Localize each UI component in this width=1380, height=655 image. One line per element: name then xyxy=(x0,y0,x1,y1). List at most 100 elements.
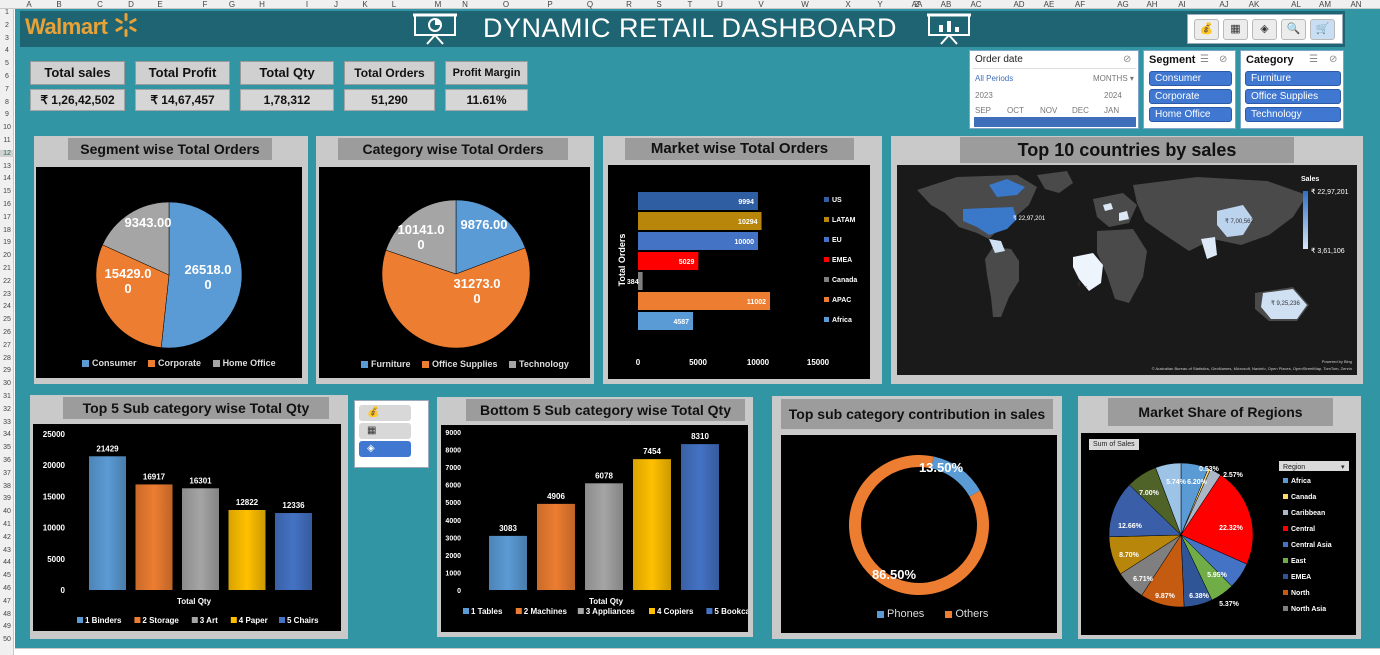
column-header[interactable]: X xyxy=(845,0,850,9)
category-technology-button[interactable]: Technology xyxy=(1245,107,1341,122)
row-header[interactable]: 1 xyxy=(0,9,14,16)
row-header[interactable]: 22 xyxy=(0,278,14,285)
column-header[interactable]: AJ xyxy=(1219,0,1228,9)
cart-icon[interactable]: 🛒 xyxy=(1310,19,1335,40)
column-header[interactable]: J xyxy=(334,0,338,9)
column-header[interactable]: AG xyxy=(1117,0,1129,9)
row-header[interactable]: 42 xyxy=(0,534,14,541)
column-header[interactable]: T xyxy=(688,0,693,9)
sum-of-sales-field-button[interactable]: Sum of Sales xyxy=(1089,439,1139,450)
column-header[interactable]: C xyxy=(97,0,103,9)
row-header[interactable]: 19 xyxy=(0,239,14,246)
column-header[interactable]: AE xyxy=(1044,0,1055,9)
bar[interactable] xyxy=(537,503,575,590)
row-header[interactable]: 18 xyxy=(0,227,14,234)
row-header[interactable]: 31 xyxy=(0,393,14,400)
column-header[interactable]: AN xyxy=(1350,0,1361,9)
chart-icon[interactable]: ▦ xyxy=(359,423,411,439)
bar[interactable] xyxy=(633,459,671,590)
clear-filter-icon[interactable]: ⊘ xyxy=(1329,54,1337,65)
category-office-supplies-button[interactable]: Office Supplies xyxy=(1245,89,1341,104)
column-header[interactable]: O xyxy=(503,0,509,9)
search-icon[interactable]: 🔍 xyxy=(1281,19,1306,40)
row-header[interactable]: 40 xyxy=(0,508,14,515)
column-header[interactable]: I xyxy=(306,0,308,9)
row-header[interactable]: 48 xyxy=(0,611,14,618)
row-header[interactable]: 28 xyxy=(0,355,14,362)
column-header[interactable]: U xyxy=(717,0,723,9)
row-header[interactable]: 15 xyxy=(0,188,14,195)
column-header[interactable]: V xyxy=(758,0,763,9)
column-header[interactable]: F xyxy=(203,0,208,9)
multi-select-icon[interactable]: ☰ xyxy=(1200,54,1209,65)
column-header[interactable]: Q xyxy=(587,0,593,9)
bar[interactable] xyxy=(228,509,266,590)
row-header[interactable]: 9 xyxy=(0,111,14,118)
column-header[interactable]: AM xyxy=(1319,0,1331,9)
box-icon[interactable]: ◈ xyxy=(359,441,411,457)
row-header[interactable]: 33 xyxy=(0,419,14,426)
row-header[interactable]: 14 xyxy=(0,175,14,182)
row-header[interactable]: 23 xyxy=(0,291,14,298)
category-furniture-button[interactable]: Furniture xyxy=(1245,71,1341,86)
column-header[interactable]: H xyxy=(259,0,265,9)
row-header[interactable]: 44 xyxy=(0,559,14,566)
column-header[interactable]: AB xyxy=(941,0,952,9)
row-header[interactable]: 36 xyxy=(0,457,14,464)
column-header[interactable]: G xyxy=(229,0,235,9)
bar[interactable] xyxy=(585,483,623,590)
order-date-timeline[interactable]: Order date ⊘ All Periods MONTHS ▾ 2023 2… xyxy=(969,50,1139,129)
column-header[interactable]: D xyxy=(128,0,134,9)
clear-filter-icon[interactable]: ⊘ xyxy=(1219,54,1227,65)
column-header[interactable]: Y xyxy=(877,0,882,9)
chart-icon[interactable]: ▦ xyxy=(1223,19,1248,40)
column-header[interactable]: P xyxy=(547,0,552,9)
column-header[interactable]: AA xyxy=(912,0,923,9)
row-header[interactable]: 45 xyxy=(0,572,14,579)
column-header[interactable]: AD xyxy=(1013,0,1024,9)
bar[interactable] xyxy=(681,444,719,590)
row-header[interactable]: 37 xyxy=(0,470,14,477)
row-header[interactable]: 25 xyxy=(0,316,14,323)
row-header[interactable]: 12 xyxy=(0,149,14,157)
timeline-selection-bar[interactable] xyxy=(974,117,1136,127)
row-header[interactable]: 3 xyxy=(0,35,14,42)
column-header[interactable]: K xyxy=(362,0,367,9)
timeline-unit-dropdown[interactable]: MONTHS ▾ xyxy=(1093,74,1134,83)
row-header[interactable]: 10 xyxy=(0,124,14,131)
row-header[interactable]: 4 xyxy=(0,47,14,54)
row-header[interactable]: 47 xyxy=(0,598,14,605)
column-header[interactable]: L xyxy=(392,0,396,9)
segment-corporate-button[interactable]: Corporate xyxy=(1149,89,1232,104)
clear-filter-icon[interactable]: ⊘ xyxy=(1123,54,1131,65)
multi-select-icon[interactable]: ☰ xyxy=(1309,54,1318,65)
row-header[interactable]: 5 xyxy=(0,60,14,67)
bar[interactable] xyxy=(489,535,527,590)
bar[interactable] xyxy=(275,513,312,590)
column-header[interactable]: AF xyxy=(1075,0,1085,9)
segment-home-office-button[interactable]: Home Office xyxy=(1149,107,1232,122)
column-header[interactable]: S xyxy=(656,0,661,9)
column-header[interactable]: B xyxy=(56,0,61,9)
row-header[interactable]: 24 xyxy=(0,303,14,310)
row-header[interactable]: 39 xyxy=(0,495,14,502)
chevron-down-icon[interactable]: ▾ xyxy=(1341,464,1345,471)
column-header[interactable]: N xyxy=(462,0,468,9)
row-header[interactable]: 26 xyxy=(0,329,14,336)
money-bag-icon[interactable]: 💰 xyxy=(1194,19,1219,40)
row-header[interactable]: 13 xyxy=(0,163,14,170)
column-header[interactable]: M xyxy=(435,0,442,9)
row-header[interactable]: 27 xyxy=(0,342,14,349)
row-header[interactable]: 30 xyxy=(0,380,14,387)
column-header[interactable]: A xyxy=(26,0,31,9)
column-header[interactable]: E xyxy=(157,0,162,9)
row-header[interactable]: 11 xyxy=(0,137,14,144)
column-header[interactable]: AK xyxy=(1249,0,1260,9)
column-header[interactable]: R xyxy=(626,0,632,9)
bar[interactable] xyxy=(135,484,173,590)
column-header[interactable]: AL xyxy=(1291,0,1301,9)
row-header[interactable]: 32 xyxy=(0,406,14,413)
row-header[interactable]: 17 xyxy=(0,214,14,221)
box-icon[interactable]: ◈ xyxy=(1252,19,1277,40)
row-header[interactable]: 16 xyxy=(0,201,14,208)
